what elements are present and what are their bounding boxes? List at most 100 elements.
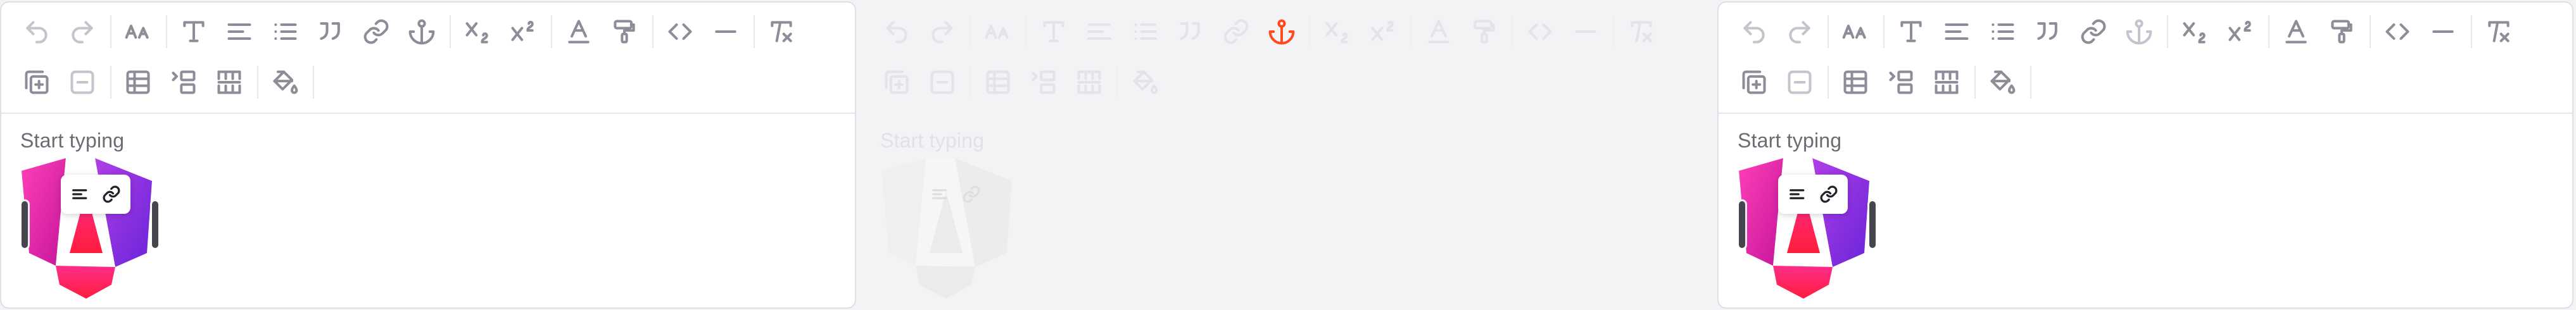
redo-button[interactable] [62, 11, 103, 52]
editor-content[interactable]: Start typing [1738, 129, 1876, 299]
link-icon [2080, 18, 2107, 46]
fill-color-button[interactable] [1125, 62, 1165, 102]
remove-button[interactable] [922, 62, 963, 102]
resize-handle-left[interactable] [1739, 201, 1745, 248]
toolbar-row-2 [16, 62, 320, 102]
redo-button[interactable] [922, 11, 963, 52]
table-button[interactable] [118, 62, 158, 102]
horizontal-rule-button[interactable] [2423, 11, 2463, 52]
embedded-image[interactable] [20, 158, 158, 299]
insert-column-button[interactable] [1881, 62, 1921, 102]
align-button[interactable] [219, 11, 260, 52]
toolbar-separator [2167, 15, 2168, 48]
image-align-button[interactable] [66, 180, 94, 208]
undo-button[interactable] [16, 11, 57, 52]
link-button[interactable] [356, 11, 396, 52]
blockquote-button[interactable] [2028, 11, 2068, 52]
undo-button[interactable] [1734, 11, 1774, 52]
blockquote-button[interactable] [310, 11, 351, 52]
subscript-icon [464, 18, 491, 46]
link-button[interactable] [2073, 11, 2114, 52]
image-align-button[interactable] [1784, 180, 1812, 208]
fill-color-button[interactable] [265, 62, 305, 102]
subscript-button[interactable] [457, 11, 498, 52]
font-size-button[interactable] [118, 11, 158, 52]
insert-column-button[interactable] [163, 62, 204, 102]
clear-format-button[interactable] [2478, 11, 2519, 52]
text-color-button[interactable] [2276, 11, 2316, 52]
text-style-icon [180, 18, 208, 46]
link-icon [1819, 185, 1838, 204]
subscript-button[interactable] [1317, 11, 1358, 52]
embedded-image[interactable] [1738, 158, 1876, 299]
font-size-button[interactable] [1835, 11, 1876, 52]
image-align-button[interactable] [926, 180, 954, 208]
clear-format-button[interactable] [761, 11, 802, 52]
insert-row-button[interactable] [876, 62, 917, 102]
insert-row-button[interactable] [16, 62, 57, 102]
blockquote-button[interactable] [1170, 11, 1211, 52]
image-link-button[interactable] [957, 180, 985, 208]
editor-content[interactable]: Start typing [20, 129, 158, 299]
anchor-button[interactable] [2119, 11, 2159, 52]
resize-handle-left[interactable] [22, 201, 28, 248]
superscript-button[interactable] [503, 11, 543, 52]
remove-button[interactable] [62, 62, 103, 102]
font-size-button[interactable] [978, 11, 1018, 52]
toolbar-separator [652, 15, 653, 48]
merge-cells-button[interactable] [209, 62, 249, 102]
undo-button[interactable] [876, 11, 917, 52]
link-icon [102, 185, 121, 204]
embedded-image[interactable] [880, 158, 1018, 299]
resize-handle-right[interactable] [1869, 201, 1876, 248]
resize-handle-right[interactable] [152, 201, 158, 248]
anchor-button[interactable] [1261, 11, 1302, 52]
text-color-button[interactable] [1418, 11, 1459, 52]
horizontal-rule-button[interactable] [1565, 11, 1606, 52]
insert-column-button[interactable] [1023, 62, 1064, 102]
text-style-button[interactable] [1033, 11, 1074, 52]
subscript-button[interactable] [2175, 11, 2215, 52]
superscript-button[interactable] [2220, 11, 2261, 52]
toolbar-separator [970, 15, 971, 48]
anchor-button[interactable] [401, 11, 442, 52]
code-icon [2383, 18, 2411, 46]
table-button[interactable] [1835, 62, 1876, 102]
text-style-button[interactable] [1891, 11, 1931, 52]
toolbar-separator [1411, 15, 1412, 48]
horizontal-rule-button[interactable] [705, 11, 746, 52]
code-button[interactable] [1520, 11, 1560, 52]
editor-content[interactable]: Start typing [880, 129, 1012, 299]
paint-format-button[interactable] [604, 11, 645, 52]
blockquote-icon [2034, 18, 2062, 46]
text-color-button[interactable] [559, 11, 599, 52]
align-button[interactable] [1079, 11, 1120, 52]
superscript-button[interactable] [1363, 11, 1403, 52]
editor-placeholder: Start typing [880, 129, 985, 152]
clear-format-button[interactable] [1621, 11, 1662, 52]
blockquote-icon [317, 18, 344, 46]
link-button[interactable] [1216, 11, 1256, 52]
fill-color-button[interactable] [1982, 62, 2023, 102]
merge-cells-button[interactable] [1069, 62, 1109, 102]
undo-icon [23, 18, 51, 46]
text-style-button[interactable] [174, 11, 214, 52]
insert-row-button[interactable] [1734, 62, 1774, 102]
redo-button[interactable] [1779, 11, 1820, 52]
table-button[interactable] [978, 62, 1018, 102]
merge-cells-icon [1075, 68, 1103, 96]
paint-format-button[interactable] [1464, 11, 1505, 52]
table-icon [984, 68, 1012, 96]
remove-button[interactable] [1779, 62, 1820, 102]
align-button[interactable] [1936, 11, 1977, 52]
redo-icon [68, 18, 96, 46]
code-button[interactable] [660, 11, 700, 52]
merge-cells-button[interactable] [1926, 62, 1967, 102]
list-button[interactable] [265, 11, 305, 52]
image-link-button[interactable] [1815, 180, 1843, 208]
code-button[interactable] [2377, 11, 2418, 52]
paint-format-button[interactable] [2321, 11, 2362, 52]
image-link-button[interactable] [98, 180, 125, 208]
list-button[interactable] [1982, 11, 2023, 52]
list-button[interactable] [1125, 11, 1165, 52]
